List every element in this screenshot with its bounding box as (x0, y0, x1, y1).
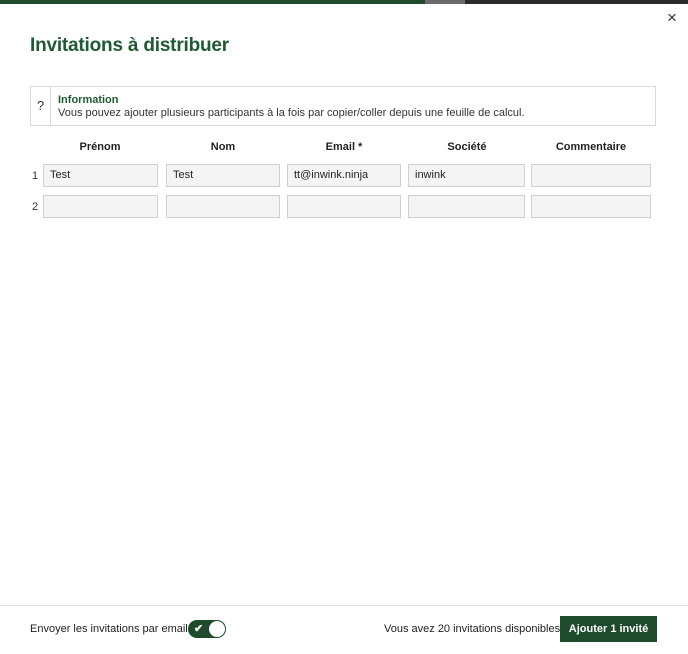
close-icon[interactable]: × (664, 9, 680, 26)
check-icon: ✔ (194, 623, 204, 635)
email-field[interactable] (287, 195, 401, 218)
toggle-knob (209, 621, 225, 637)
background-page-strip (0, 0, 688, 4)
info-text: Vous pouvez ajouter plusieurs participan… (58, 107, 525, 119)
prenom-field[interactable] (43, 195, 158, 218)
email-field[interactable]: tt@inwink.ninja (287, 164, 401, 187)
dialog-footer: Envoyer les invitations par email ✔ Vous… (0, 605, 688, 654)
row-number: 2 (31, 201, 39, 213)
send-email-label: Envoyer les invitations par email (30, 623, 188, 635)
prenom-field[interactable]: Test (43, 164, 158, 187)
dialog-title: Invitations à distribuer (30, 35, 229, 56)
nom-field[interactable] (166, 195, 280, 218)
available-invitations-text: Vous avez 20 invitations disponibles (384, 623, 561, 635)
row-number: 1 (31, 170, 39, 182)
background-strip-grey (425, 0, 465, 4)
column-header-prenom: Prénom (79, 141, 121, 153)
nom-field[interactable]: Test (166, 164, 280, 187)
column-header-societe: Société (447, 141, 487, 153)
background-strip-green (0, 0, 425, 4)
column-header-commentaire: Commentaire (555, 141, 627, 153)
commentaire-field[interactable] (531, 164, 651, 187)
info-title: Information (58, 94, 119, 106)
question-icon: ? (31, 87, 51, 125)
column-header-email: Email * (325, 141, 363, 153)
add-invitee-button[interactable]: Ajouter 1 invité (560, 616, 657, 642)
societe-field[interactable]: inwink (408, 164, 525, 187)
commentaire-field[interactable] (531, 195, 651, 218)
column-header-nom: Nom (210, 141, 236, 153)
info-box: ? Information Vous pouvez ajouter plusie… (30, 86, 656, 126)
send-email-toggle[interactable]: ✔ (188, 620, 226, 638)
societe-field[interactable] (408, 195, 525, 218)
